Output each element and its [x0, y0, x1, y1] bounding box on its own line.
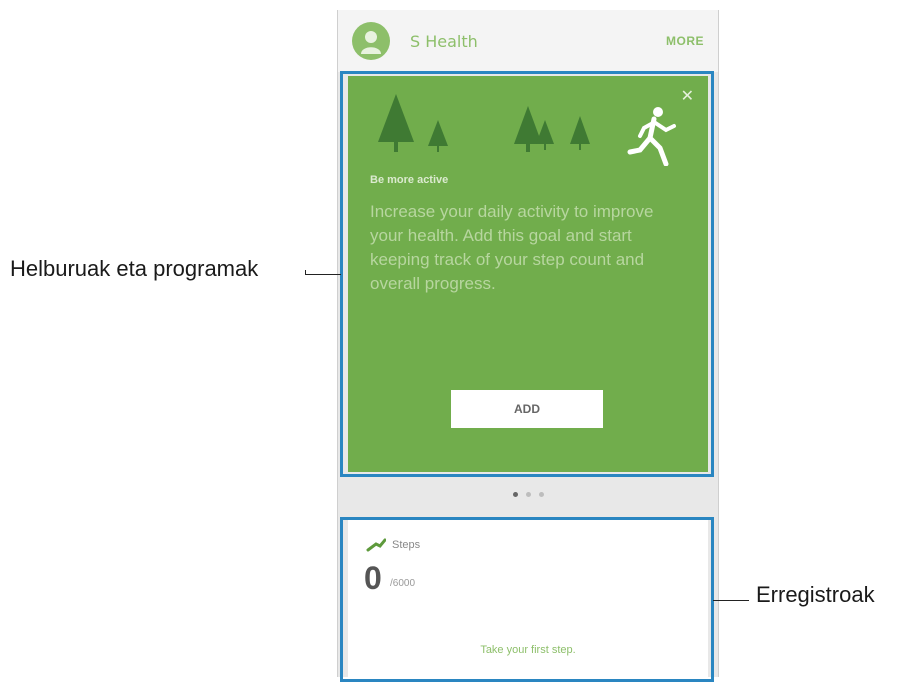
avatar[interactable]	[352, 22, 390, 60]
avatar-icon	[361, 31, 381, 54]
page-dot-2[interactable]	[525, 492, 531, 497]
more-button[interactable]: MORE	[666, 34, 704, 48]
goals-callout-tick	[305, 270, 306, 275]
app-title: S Health	[410, 32, 478, 51]
records-callout-label: Erregistroak	[756, 582, 875, 607]
page-dot-1[interactable]	[512, 492, 518, 497]
records-callout-line	[713, 600, 749, 601]
goals-highlight-box	[340, 71, 714, 477]
page-indicator[interactable]	[338, 492, 718, 497]
goals-callout-label: Helburuak eta programak	[10, 256, 259, 281]
goals-callout-line	[305, 274, 341, 275]
app-header: S Health MORE	[338, 10, 718, 72]
records-highlight-box	[340, 517, 714, 682]
page-dot-3[interactable]	[538, 492, 544, 497]
